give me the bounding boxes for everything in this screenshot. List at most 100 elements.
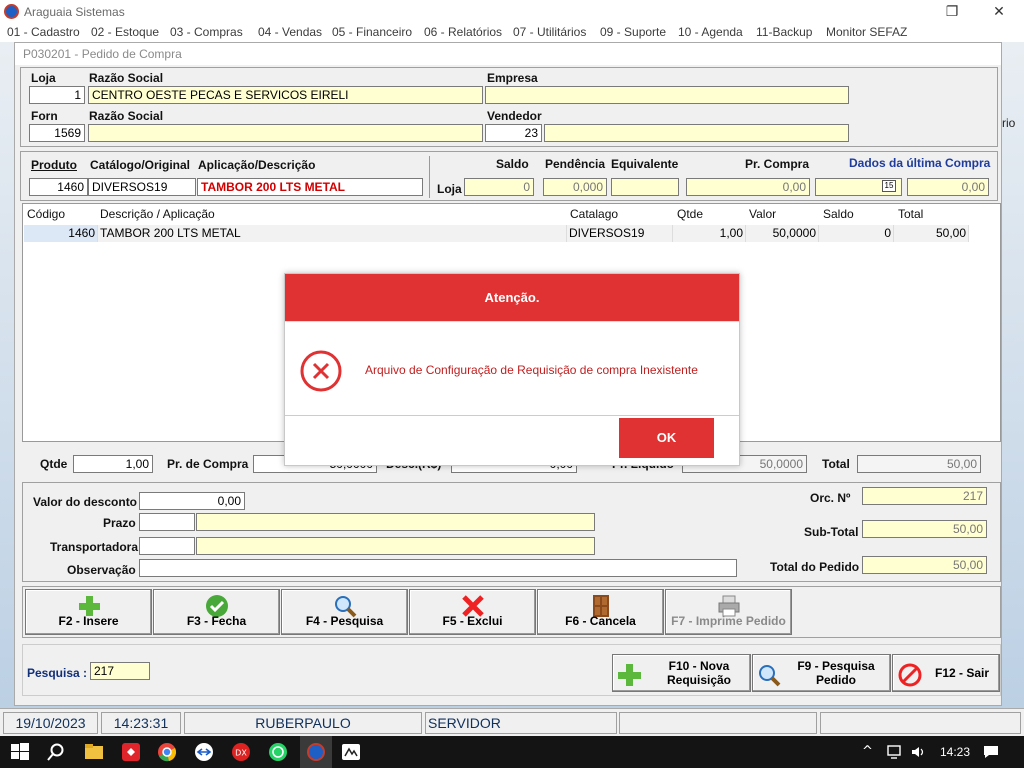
menu-financeiro[interactable]: 05 - Financeiro — [332, 25, 412, 39]
status-time: 14:23:31 — [101, 712, 181, 734]
prazo-label: Prazo — [103, 516, 136, 530]
restore-icon[interactable]: ❐ — [937, 2, 967, 22]
dx-app-icon[interactable]: DX — [231, 742, 251, 762]
produto-field[interactable]: 1460 — [29, 178, 88, 196]
menu-relatorios[interactable]: 06 - Relatórios — [424, 25, 502, 39]
status-server: SERVIDOR — [425, 712, 617, 734]
chrome-icon[interactable] — [157, 742, 177, 762]
observacao-field[interactable] — [139, 559, 737, 577]
fecha-label: F3 - Fecha — [186, 614, 247, 628]
menu-agenda[interactable]: 10 - Agenda — [678, 25, 743, 39]
orc-label: Orc. Nº — [810, 491, 851, 505]
pendencia-label: Pendência — [545, 157, 606, 171]
menu-suporte[interactable]: 09 - Suporte — [600, 25, 666, 39]
search-icon[interactable] — [46, 742, 66, 762]
cell-catalogo: DIVERSOS19 — [567, 225, 673, 242]
nova-requisicao-button[interactable]: F10 - Nova Requisição — [612, 654, 751, 692]
menu-monitor-sefaz[interactable]: Monitor SEFAZ — [826, 25, 907, 39]
windows-start-icon[interactable] — [10, 742, 30, 762]
alert-message: Arquivo de Configuração de Requisição de… — [365, 363, 698, 377]
clock[interactable]: 14:23 — [940, 745, 970, 759]
close-window-button[interactable]: ✕ — [984, 2, 1014, 22]
col-qtde[interactable]: Qtde — [677, 207, 703, 221]
menu-compras[interactable]: 03 - Compras — [170, 25, 243, 39]
calendar-icon[interactable]: 15 — [882, 180, 896, 192]
notifications-icon[interactable] — [983, 744, 999, 760]
anydesk-icon[interactable] — [121, 742, 141, 762]
cancela-label: F6 - Cancela — [565, 614, 636, 628]
vendedor-name-field[interactable] — [544, 124, 849, 142]
menu-backup[interactable]: 11-Backup — [756, 25, 812, 39]
col-valor[interactable]: Valor — [749, 207, 776, 221]
forn-label: Forn — [31, 109, 58, 123]
col-total[interactable]: Total — [898, 207, 923, 221]
saldo-field: 0 — [464, 178, 534, 196]
forn-field[interactable]: 1569 — [29, 124, 85, 142]
transportadora-code-field[interactable] — [139, 537, 195, 555]
fecha-button[interactable]: F3 - Fecha — [153, 589, 280, 635]
loja-label: Loja — [31, 71, 56, 85]
menu-cadastro[interactable]: 01 - Cadastro — [7, 25, 80, 39]
col-catalogo[interactable]: Catalago — [570, 207, 618, 221]
svg-text:DX: DX — [235, 749, 247, 758]
prazo-desc-field[interactable] — [196, 513, 595, 531]
cancela-button[interactable]: F6 - Cancela — [537, 589, 664, 635]
menu-vendas[interactable]: 04 - Vendas — [258, 25, 322, 39]
transportadora-desc-field[interactable] — [196, 537, 595, 555]
catalogo-field[interactable]: DIVERSOS19 — [88, 178, 196, 196]
fornecedor-razao-field[interactable] — [88, 124, 483, 142]
catalogo-label: Catálogo/Original — [90, 158, 191, 172]
alert-header: Atenção. — [285, 274, 739, 321]
file-explorer-icon[interactable] — [84, 742, 104, 762]
cell-saldo: 0 — [819, 225, 894, 242]
imprime-button[interactable]: F7 - Imprime Pedido — [665, 589, 792, 635]
monitor-app-icon[interactable] — [341, 742, 361, 762]
volume-icon[interactable] — [910, 745, 926, 759]
no-entry-icon — [898, 663, 922, 687]
exclui-button[interactable]: F5 - Exclui — [409, 589, 536, 635]
separator — [429, 156, 430, 198]
menu-estoque[interactable]: 02 - Estoque — [91, 25, 159, 39]
pesquisa-field[interactable]: 217 — [90, 662, 150, 680]
cell-total: 50,00 — [894, 225, 969, 242]
status-date: 19/10/2023 — [3, 712, 98, 734]
araguaia-app-icon[interactable] — [306, 742, 326, 762]
desconto-field[interactable]: 0,00 — [139, 492, 245, 510]
empresa-field[interactable] — [485, 86, 849, 104]
cell-qtde: 1,00 — [673, 225, 746, 242]
col-descricao[interactable]: Descrição / Aplicação — [100, 207, 215, 221]
qtde-field[interactable]: 1,00 — [73, 455, 153, 473]
sair-button[interactable]: F12 - Sair — [892, 654, 1000, 692]
ok-button[interactable]: OK — [619, 418, 714, 458]
produto-label: Produto — [31, 158, 77, 172]
prazo-code-field[interactable] — [139, 513, 195, 531]
pesquisa-button[interactable]: F4 - Pesquisa — [281, 589, 408, 635]
col-saldo[interactable]: Saldo — [823, 207, 854, 221]
razao-social-forn-label: Razão Social — [89, 109, 164, 123]
vendedor-field[interactable]: 23 — [485, 124, 542, 142]
insere-button[interactable]: F2 - Insere — [25, 589, 152, 635]
exclui-label: F5 - Exclui — [442, 614, 503, 628]
network-icon[interactable] — [887, 745, 903, 759]
window-title: P030201 - Pedido de Compra — [23, 47, 182, 61]
subtotal-field: 50,00 — [862, 520, 987, 538]
background-text: rio — [1002, 116, 1016, 130]
aplicacao-field[interactable]: TAMBOR 200 LTS METAL — [197, 178, 423, 196]
divider — [285, 321, 739, 322]
col-codigo[interactable]: Código — [27, 207, 65, 221]
qtde-label: Qtde — [40, 457, 68, 471]
razao-social-field[interactable]: CENTRO OESTE PECAS E SERVICOS EIRELI — [88, 86, 483, 104]
loja-small-label: Loja — [437, 182, 462, 196]
pesquisa-pedido-button[interactable]: F9 - Pesquisa Pedido — [752, 654, 891, 692]
teamviewer-icon[interactable] — [194, 742, 214, 762]
alert-dialog: Atenção. Arquivo de Configuração de Requ… — [284, 273, 740, 466]
empresa-label: Empresa — [487, 71, 538, 85]
divider — [285, 415, 739, 416]
tray-chevron-icon[interactable]: ^ — [862, 744, 873, 759]
app-logo-icon — [4, 4, 19, 19]
whatsapp-icon[interactable] — [268, 742, 288, 762]
cell-valor: 50,0000 — [746, 225, 819, 242]
window-title-bar: P030201 - Pedido de Compra — [15, 43, 1001, 65]
loja-field[interactable]: 1 — [29, 86, 85, 104]
menu-utilitarios[interactable]: 07 - Utilitários — [513, 25, 586, 39]
